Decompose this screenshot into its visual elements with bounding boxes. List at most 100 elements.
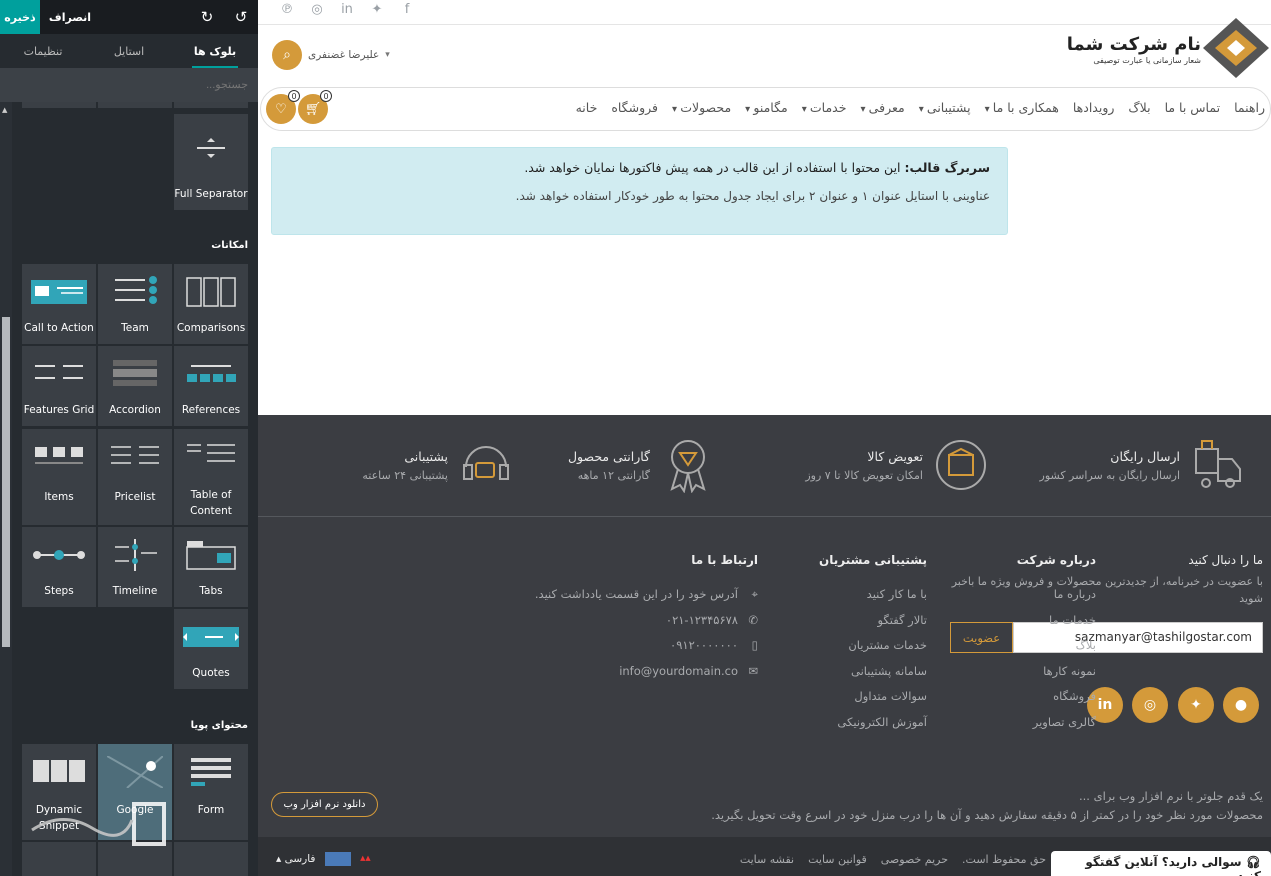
footer-link[interactable]: خدمات ما	[1017, 613, 1096, 639]
block-features-grid[interactable]: Features Grid	[22, 346, 96, 426]
instagram-icon[interactable]: ◎	[1132, 687, 1168, 723]
block-items[interactable]: Items	[22, 429, 96, 525]
footer-link[interactable]: تالار گفتگو	[819, 613, 927, 639]
contact-email[interactable]: ✉info@yourdomain.co	[535, 664, 758, 690]
tile-label: Form	[197, 804, 225, 816]
block-references[interactable]: References	[174, 346, 248, 426]
footer-link[interactable]: بلاگ	[1017, 638, 1096, 664]
block-call-to-action[interactable]: Call to Action	[22, 264, 96, 344]
footer-link[interactable]: سوالات متداول	[819, 689, 927, 715]
block-quotes[interactable]: Quotes	[174, 609, 248, 689]
linkedin-icon[interactable]: in	[338, 2, 356, 17]
nav-item[interactable]: مگامنو	[745, 100, 787, 115]
tab-blocks[interactable]: بلوک ها	[172, 34, 258, 68]
nav-item[interactable]: رویدادها	[1073, 100, 1115, 115]
sidebar-scrollbar[interactable]: ▲	[0, 102, 12, 876]
items-icon	[35, 447, 83, 464]
map-pin-icon	[107, 756, 163, 788]
footer-link[interactable]: آموزش الکترونیکی	[819, 715, 927, 741]
user-name[interactable]: علیرضا غضنفری	[308, 49, 379, 61]
block-tabs[interactable]: Tabs	[174, 527, 248, 607]
tile-label: Quotes	[192, 667, 230, 679]
twitter-icon[interactable]: ✦	[368, 2, 386, 17]
download-app-button[interactable]: دانلود نرم افزار وب	[271, 792, 378, 817]
feature-title: تعویض کالا	[867, 449, 923, 464]
block-table-of-content[interactable]: Table of Content	[174, 429, 248, 525]
discard-button[interactable]: انصراف	[40, 0, 100, 34]
nav-item[interactable]: خانه	[576, 100, 598, 115]
twitter-icon[interactable]: ✦	[1178, 687, 1214, 723]
nav-item[interactable]: پشتیبانی	[919, 100, 971, 115]
block-timeline[interactable]: Timeline	[98, 527, 172, 607]
top-divider	[258, 24, 1271, 25]
footer-link[interactable]: گالری تصاویر	[1017, 715, 1096, 741]
footer-link[interactable]: درباره ما	[1017, 587, 1096, 613]
block-full-separator[interactable]: Full Separator	[174, 114, 248, 210]
feature-free-shipping: ارسال رایگان ارسال رایگان به سراسر کشور	[1006, 437, 1246, 497]
nav-item[interactable]: فروشگاه	[611, 100, 658, 115]
brand[interactable]: نام شرکت شما شعار سازمانی یا عبارت توصیف…	[1067, 34, 1201, 65]
user-menu[interactable]: ⌕ علیرضا غضنفری ▾	[272, 40, 390, 70]
nav-item[interactable]: محصولات	[672, 100, 731, 115]
block-team[interactable]: Team	[98, 264, 172, 344]
block-search-input[interactable]	[0, 68, 258, 102]
nav-item[interactable]: همکاری با ما	[985, 100, 1059, 115]
block-comparisons[interactable]: Comparisons	[174, 264, 248, 344]
cart-button[interactable]: 🛒︎ 0	[298, 90, 332, 124]
template-header-alert: سربرگ قالب: این محتوا با استفاده از این …	[271, 147, 1008, 235]
facebook-icon[interactable]: f	[398, 2, 416, 17]
footer-link[interactable]: فروشگاه	[1017, 689, 1096, 715]
call-to-action-icon	[31, 280, 87, 304]
support-title: پشتیبانی مشتریان	[819, 553, 927, 567]
subscribe-button[interactable]: عضویت	[950, 622, 1013, 653]
footer-link[interactable]: با ما کار کنید	[819, 587, 927, 613]
quotes-icon	[183, 627, 239, 647]
feature-support: پشتیبانی پشتیبانی ۲۴ ساعته	[274, 437, 514, 497]
tile-label: Call to Action	[24, 322, 94, 334]
nav-item[interactable]: بلاگ	[1128, 100, 1150, 115]
live-chat-button[interactable]: 🎧︎ سوالی دارید؟ آنلاین گفتگو کنید.	[1051, 851, 1271, 876]
tab-style[interactable]: استایل	[86, 34, 172, 68]
block-pricelist[interactable]: Pricelist	[98, 429, 172, 525]
search-icon[interactable]: ⌕	[272, 40, 302, 70]
save-button[interactable]: ذخیره	[0, 0, 40, 34]
block-tile[interactable]	[22, 102, 96, 108]
nav-item[interactable]: راهنما	[1234, 100, 1265, 115]
tab-settings[interactable]: تنظیمات	[0, 34, 86, 68]
feature-subtitle: پشتیبانی ۲۴ ساعته	[362, 469, 448, 482]
wishlist-button[interactable]: ♡ 0	[266, 90, 300, 124]
redo-icon[interactable]: ↻	[198, 8, 216, 26]
diamond-badge-icon	[670, 440, 706, 493]
section-features-title: امکانات	[211, 240, 248, 251]
undo-icon[interactable]: ↺	[232, 8, 250, 26]
pinterest-icon[interactable]: ℗	[278, 2, 296, 17]
tile-label: Steps	[44, 585, 74, 597]
github-icon[interactable]: ●	[1223, 687, 1259, 723]
footer-link[interactable]: خدمات مشتریان	[819, 638, 927, 664]
nav-item[interactable]: تماس با ما	[1165, 100, 1221, 115]
block-tile[interactable]	[174, 842, 248, 876]
nav-item[interactable]: معرفی	[860, 100, 905, 115]
follow-text: با عضویت در خبرنامه، از جدیدترین محصولات…	[951, 575, 1263, 605]
block-accordion[interactable]: Accordion	[98, 346, 172, 426]
newsletter-form: sazmanyar@tashilgostar.com عضویت	[950, 622, 1263, 653]
site-footer: ارسال رایگان ارسال رایگان به سراسر کشور …	[258, 415, 1271, 876]
footer-link[interactable]: سامانه پشتیبانی	[819, 664, 927, 690]
block-tile[interactable]	[174, 102, 248, 108]
bottom-link[interactable]: قوانین سایت	[808, 853, 867, 866]
block-form[interactable]: Form	[174, 744, 248, 840]
scroll-up-arrow-icon[interactable]: ▲	[2, 106, 7, 114]
footer-link[interactable]: نمونه کارها	[1017, 664, 1096, 690]
language-selector[interactable]: ▴ فارسی ▴▴	[276, 852, 382, 866]
nav-item[interactable]: خدمات	[802, 100, 847, 115]
bottom-link[interactable]: حریم خصوصی	[881, 853, 948, 866]
block-steps[interactable]: Steps	[22, 527, 96, 607]
company-logo-icon[interactable]	[1201, 16, 1271, 80]
scrollbar-thumb[interactable]	[2, 317, 10, 647]
bottom-link[interactable]: حق محفوظ است.	[962, 853, 1046, 866]
instagram-icon[interactable]: ◎	[308, 2, 326, 17]
bottom-link[interactable]: نقشه سایت	[740, 853, 794, 866]
site-header: ℗ ◎ in ✦ f نام شرکت شما شعار سازمانی یا …	[258, 0, 1271, 135]
wishlist-count-badge: 0	[288, 90, 300, 102]
block-tile[interactable]	[98, 102, 172, 108]
